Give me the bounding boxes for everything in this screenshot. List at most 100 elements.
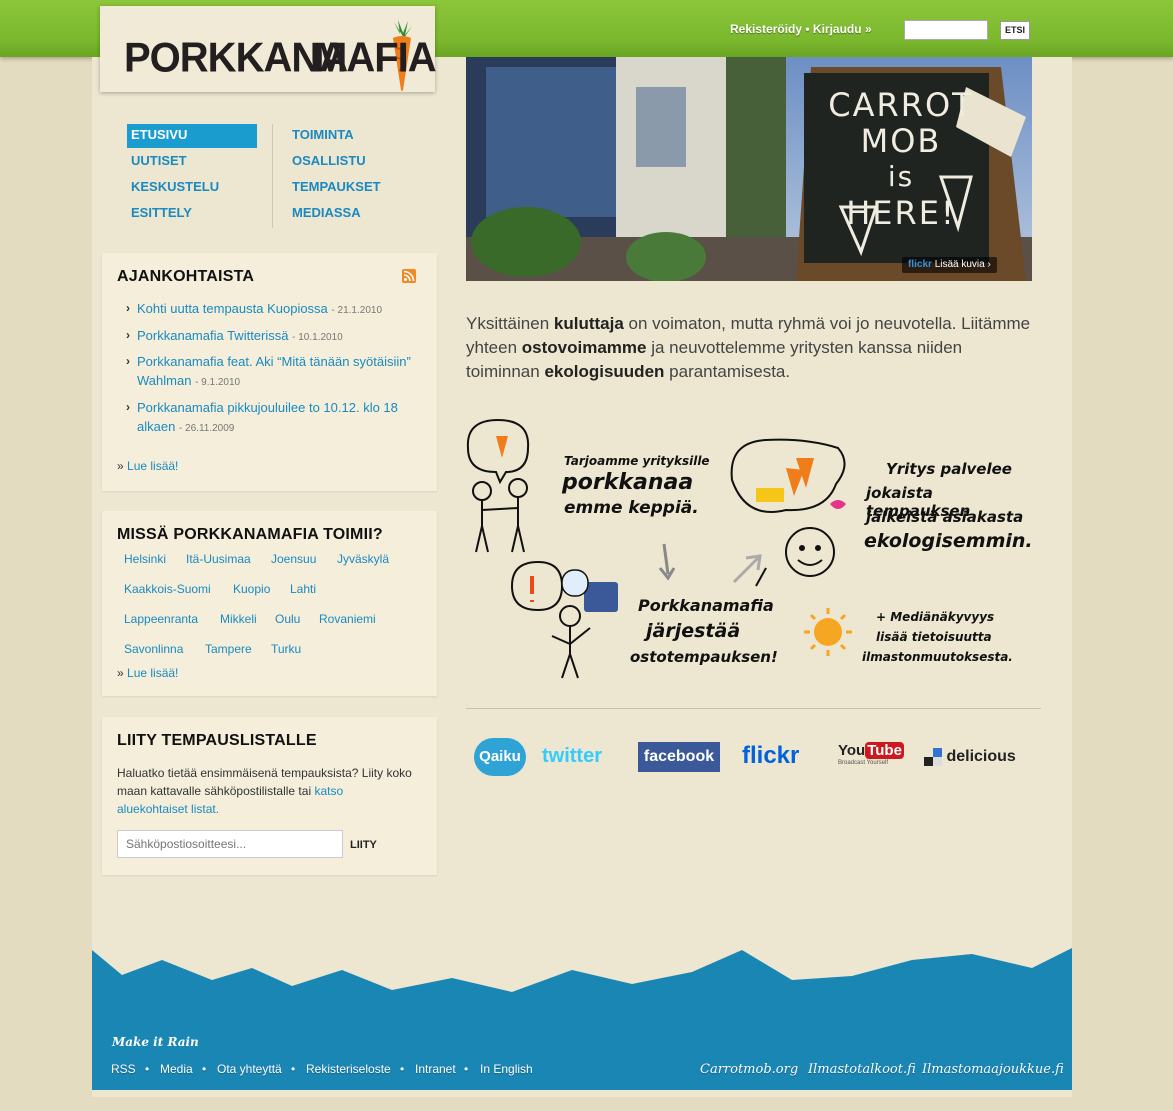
city-link[interactable]: Rovaniemi [319, 612, 376, 626]
city-link[interactable]: Joensuu [271, 552, 316, 566]
delicious-logo[interactable]: delicious [924, 748, 1016, 768]
city-link[interactable]: Lappeenranta [124, 612, 198, 626]
infographic-text: Tarjoamme yrityksille [564, 454, 710, 468]
sign-line: MOB [860, 122, 942, 160]
divider [466, 708, 1041, 709]
infographic-text: Porkkanamafia [638, 596, 774, 615]
city-link[interactable]: Jyväskylä [337, 552, 389, 566]
footer-link-intranet[interactable]: Intranet [415, 1062, 456, 1076]
city-link[interactable]: Kaakkois-Suomi [124, 582, 211, 596]
intro-bold: ostovoimamme [521, 338, 647, 357]
city-link[interactable]: Oulu [275, 612, 300, 626]
email-field[interactable] [117, 830, 343, 858]
chevron-right-icon: » [864, 22, 872, 36]
city-link[interactable]: Tampere [205, 642, 252, 656]
nav-item-toiminta[interactable]: TOIMINTA [288, 124, 418, 148]
nav-item-esittely[interactable]: ESITTELY [127, 202, 257, 226]
site-logo[interactable]: PORKKANA MAFIA [100, 6, 437, 92]
locations-more: » Lue lisää! [117, 666, 179, 680]
nav-item-etusivu[interactable]: ETUSIVU [127, 124, 257, 148]
partner-link-carrotmob[interactable]: Carrotmob.org [700, 1062, 798, 1077]
infographic-text: ostotempauksen! [630, 648, 778, 666]
footer-separator: • [400, 1062, 405, 1076]
city-link[interactable]: Turku [271, 642, 301, 656]
locations-more-link[interactable]: Lue lisää! [127, 666, 178, 680]
join-button[interactable]: LIITY [350, 839, 377, 851]
flickr-logo-text: flickr [742, 742, 800, 769]
city-link[interactable]: Savonlinna [124, 642, 183, 656]
news-link[interactable]: Porkkanamafia pikkujouluilee to 10.12. k… [137, 400, 398, 434]
intro-part: parantamisesta. [669, 362, 791, 381]
footer-link-media[interactable]: Media [160, 1062, 193, 1076]
youtube-you: You [838, 742, 866, 759]
footer-link-privacy[interactable]: Rekisteriseloste [306, 1062, 391, 1076]
flickr-more-photos[interactable]: flickr Lisää kuvia › [902, 257, 997, 273]
city-link[interactable]: Kuopio [233, 582, 270, 596]
search-input[interactable] [904, 20, 988, 40]
news-item: › Kohti uutta tempausta Kuopiossa - 21.1… [126, 299, 416, 320]
youtube-logo[interactable]: You Tube Broadcast Yourself [838, 742, 904, 774]
bullet-arrow-icon: › [126, 301, 130, 315]
youtube-tube: Tube [865, 742, 904, 759]
login-link[interactable]: Kirjaudu [813, 22, 862, 36]
hero-photo[interactable]: CARROT MOB is HERE! flickr Lisää kuvia › [466, 57, 1032, 281]
separator-dot: • [805, 22, 813, 36]
qaiku-logo[interactable]: Qaiku [474, 738, 526, 776]
flickr-logo[interactable]: flickr [742, 742, 799, 770]
delicious-label: delicious [946, 748, 1016, 765]
facebook-logo[interactable]: facebook [638, 742, 720, 772]
infographic-text: Yritys palvelee [886, 460, 1012, 478]
intro-bold: kuluttaja [553, 314, 624, 333]
footer-link-rss[interactable]: RSS [111, 1062, 136, 1076]
city-link[interactable]: Mikkeli [220, 612, 257, 626]
bullet-arrow-icon: › [126, 400, 130, 414]
footer-link-contact[interactable]: Ota yhteyttä [217, 1062, 282, 1076]
intro-text: Yksittäinen kuluttaja on voimaton, mutta… [466, 312, 1036, 384]
news-date: - 21.1.2010 [331, 305, 383, 316]
city-link[interactable]: Lahti [290, 582, 316, 596]
infographic-text: järjestää [646, 620, 741, 642]
delicious-icon [924, 748, 942, 766]
footer-separator: • [145, 1062, 150, 1076]
sign-line: is [887, 160, 915, 193]
partner-link-ilmastotalkoot[interactable]: Ilmastotalkoot.fi [808, 1062, 916, 1077]
nav-item-uutiset[interactable]: UUTISET [127, 150, 257, 174]
news-link[interactable]: Porkkanamafia Twitterissä [137, 328, 289, 343]
infographic-text: + Mediänäkyvyys [876, 610, 995, 624]
nav-item-osallistu[interactable]: OSALLISTU [288, 150, 418, 174]
footer-separator: • [291, 1062, 296, 1076]
register-link[interactable]: Rekisteröidy [730, 22, 802, 36]
infographic-text: porkkanaa [562, 470, 694, 495]
flickr-label: flickr [908, 259, 932, 270]
news-link[interactable]: Kohti uutta tempausta Kuopiossa [137, 301, 328, 316]
sign-line: CARROT [828, 86, 974, 124]
news-date: - 26.11.2009 [178, 423, 235, 434]
footer-separator: • [202, 1062, 207, 1076]
infographic-text: jälkeistä asiakasta [866, 508, 1024, 526]
news-link[interactable]: Porkkanamafia feat. Aki “Mitä tänään syö… [137, 354, 411, 388]
infographic-text: ilmastonmuutoksesta. [862, 650, 1013, 664]
nav-item-keskustelu[interactable]: KESKUSTELU [127, 176, 257, 200]
newsletter-description: Haluatko tietää ensimmäisenä tempauksist… [117, 766, 412, 798]
nav-item-mediassa[interactable]: MEDIASSA [288, 202, 418, 226]
footer-link-english[interactable]: In English [480, 1062, 533, 1076]
city-link[interactable]: Helsinki [124, 552, 166, 566]
news-box: AJANKOHTAISTA › Kohti uutta tempausta Ku… [102, 253, 437, 491]
news-title: AJANKOHTAISTA [117, 268, 255, 285]
partner-link-ilmastomaajoukkue[interactable]: Ilmastomaajoukkue.fi [922, 1062, 1064, 1077]
search-button[interactable]: ETSI [1000, 21, 1030, 40]
news-item: › Porkkanamafia Twitterissä - 10.1.2010 [126, 326, 416, 347]
infographic-text: ekologisemmin. [864, 530, 1033, 552]
bullet-arrow-icon: › [126, 328, 130, 342]
infographic: Tarjoamme yrityksille porkkanaa emme kep… [466, 418, 1038, 688]
rss-icon[interactable] [402, 269, 416, 283]
news-more: » Lue lisää! [117, 459, 179, 473]
infographic-text: lisää tietoisuutta [876, 630, 992, 644]
account-links: Rekisteröidy • Kirjaudu » [730, 22, 872, 36]
twitter-logo[interactable]: twitter [542, 745, 602, 768]
city-link[interactable]: Itä-Uusimaa [186, 552, 251, 566]
intro-bold: ekologisuuden [544, 362, 665, 381]
bullet-arrow-icon: › [126, 354, 130, 368]
news-more-link[interactable]: Lue lisää! [127, 459, 178, 473]
nav-item-tempaukset[interactable]: TEMPAUKSET [288, 176, 418, 200]
